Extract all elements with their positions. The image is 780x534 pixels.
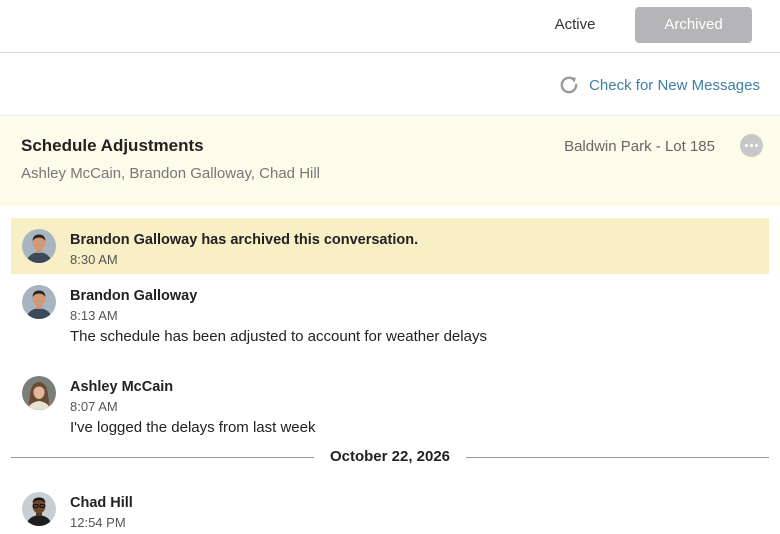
message-time: 8:07 AM bbox=[70, 399, 118, 414]
more-dot bbox=[745, 144, 748, 147]
message-sender: Brandon Galloway bbox=[70, 288, 198, 304]
divider-date: October 22, 2026 bbox=[329, 448, 451, 465]
avatar bbox=[22, 229, 56, 263]
system-message: Brandon Galloway has archived this conve… bbox=[11, 218, 769, 274]
message-item: Chad Hill 12:54 PM bbox=[11, 481, 769, 534]
message-time: 8:30 AM bbox=[70, 252, 118, 267]
toolbar: Check for New Messages bbox=[0, 54, 780, 116]
tab-bar: Active Archived bbox=[0, 0, 780, 53]
more-options-button[interactable] bbox=[740, 134, 763, 157]
message-sender: Brandon Galloway has archived this conve… bbox=[70, 232, 419, 248]
check-new-messages-button[interactable]: Check for New Messages bbox=[558, 72, 760, 98]
message-time: 12:54 PM bbox=[70, 515, 126, 530]
message-sender: Ashley McCain bbox=[70, 379, 174, 395]
more-dot bbox=[755, 144, 758, 147]
conversation-title: Schedule Adjustments bbox=[21, 136, 204, 155]
tab-active[interactable]: Active bbox=[537, 7, 613, 43]
refresh-icon bbox=[558, 74, 580, 96]
message-time: 8:13 AM bbox=[70, 308, 118, 323]
check-new-messages-label: Check for New Messages bbox=[589, 76, 760, 94]
avatar bbox=[22, 376, 56, 410]
divider-line bbox=[466, 457, 769, 458]
message-body: The schedule has been adjusted to accoun… bbox=[70, 328, 487, 345]
avatar bbox=[22, 492, 56, 526]
more-dot bbox=[750, 144, 753, 147]
date-divider: October 22, 2026 bbox=[11, 447, 769, 467]
divider-line bbox=[11, 457, 314, 458]
tab-archived[interactable]: Archived bbox=[635, 7, 752, 43]
conversation-location: Baldwin Park - Lot 185 bbox=[564, 138, 715, 155]
message-body: I've logged the delays from last week bbox=[70, 419, 316, 436]
message-item: Ashley McCain 8:07 AM I've logged the de… bbox=[11, 365, 769, 445]
conversation-header: Schedule Adjustments Ashley McCain, Bran… bbox=[0, 117, 780, 207]
avatar bbox=[22, 285, 56, 319]
conversation-participants: Ashley McCain, Brandon Galloway, Chad Hi… bbox=[21, 165, 321, 182]
message-sender: Chad Hill bbox=[70, 495, 133, 511]
message-item: Brandon Galloway 8:13 AM The schedule ha… bbox=[11, 274, 769, 354]
